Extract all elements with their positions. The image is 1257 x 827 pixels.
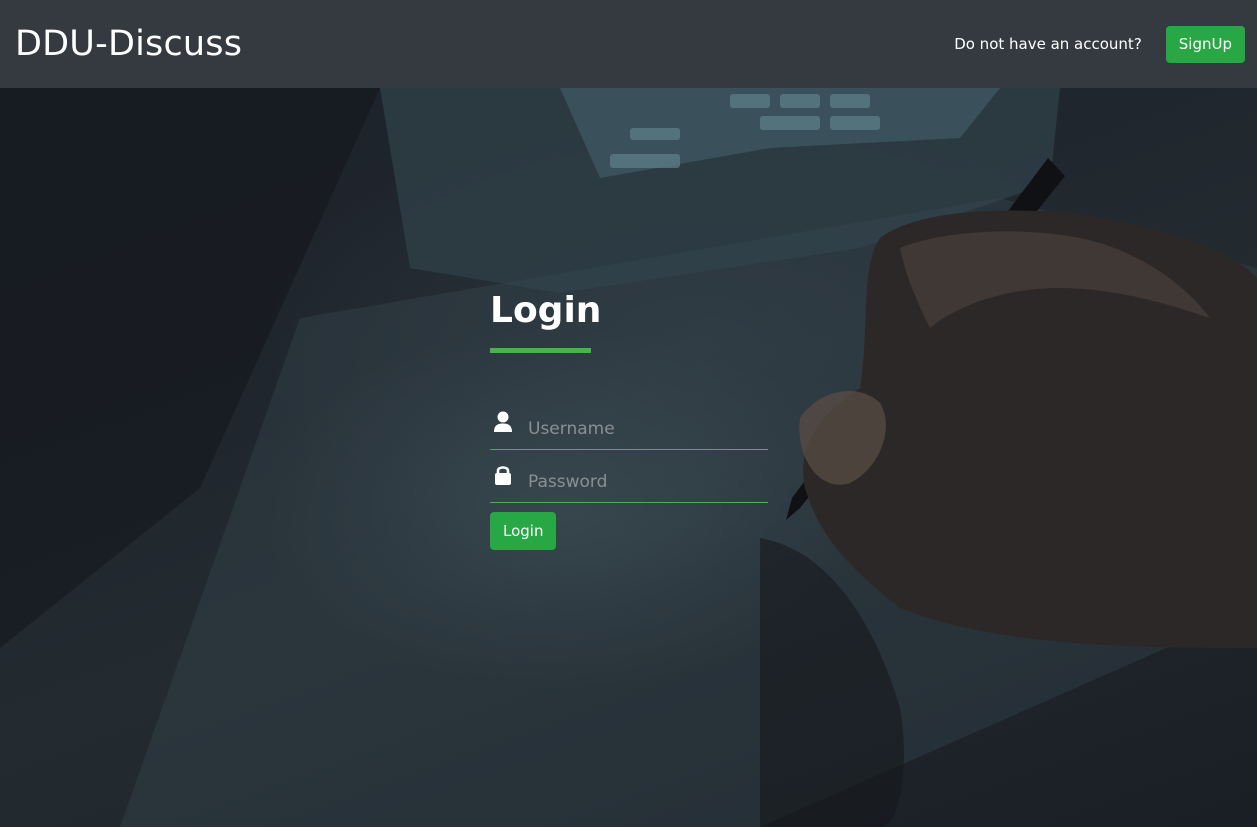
no-account-text: Do not have an account? bbox=[954, 35, 1142, 53]
navbar-right: Do not have an account? SignUp bbox=[954, 25, 1245, 63]
title-underline bbox=[490, 348, 591, 353]
login-button[interactable]: Login bbox=[490, 512, 557, 550]
password-field bbox=[490, 463, 768, 503]
username-input[interactable] bbox=[526, 416, 766, 442]
login-title: Login bbox=[490, 290, 602, 331]
brand-logo[interactable]: DDU-Discuss bbox=[15, 24, 242, 64]
background-photo-illustration bbox=[0, 88, 1257, 827]
signup-button[interactable]: SignUp bbox=[1165, 25, 1245, 63]
background-image bbox=[0, 88, 1257, 827]
username-field bbox=[490, 410, 768, 450]
lock-icon bbox=[493, 463, 513, 487]
password-input[interactable] bbox=[526, 469, 766, 495]
user-icon bbox=[493, 410, 513, 434]
navbar: DDU-Discuss Do not have an account? Sign… bbox=[0, 0, 1257, 88]
